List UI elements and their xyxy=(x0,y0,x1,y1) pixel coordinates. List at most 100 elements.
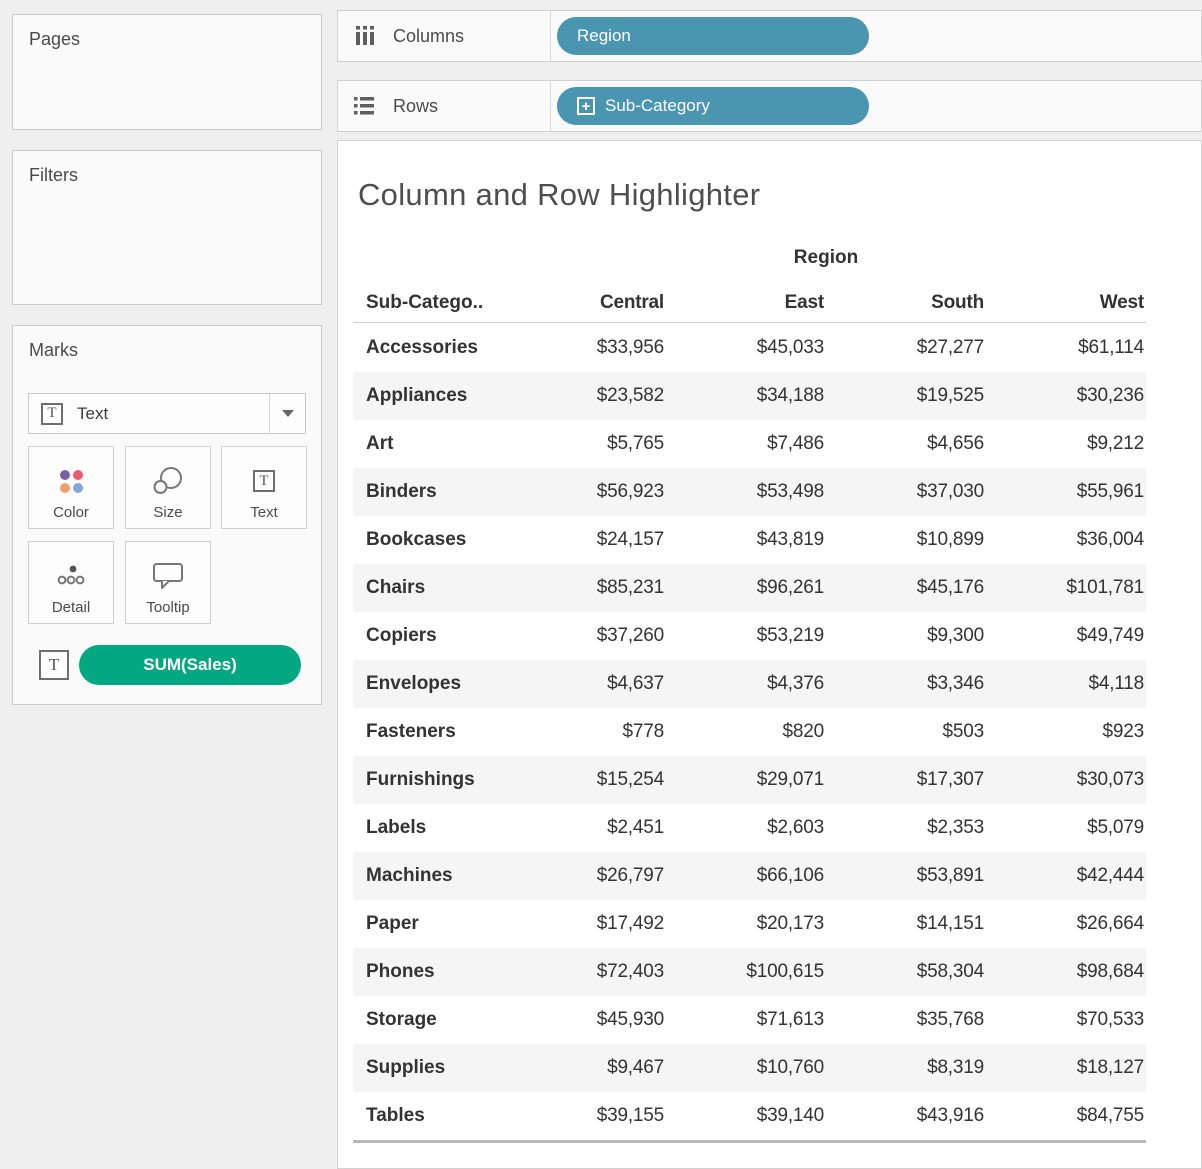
value-cell[interactable]: $36,004 xyxy=(986,529,1146,551)
value-cell[interactable]: $84,755 xyxy=(986,1105,1146,1127)
value-cell[interactable]: $18,127 xyxy=(986,1057,1146,1079)
value-cell[interactable]: $2,353 xyxy=(826,817,986,839)
value-cell[interactable]: $39,140 xyxy=(666,1105,826,1127)
row-label[interactable]: Tables xyxy=(353,1105,506,1127)
value-cell[interactable]: $72,403 xyxy=(506,961,666,983)
value-cell[interactable]: $26,797 xyxy=(506,865,666,887)
value-cell[interactable]: $100,615 xyxy=(666,961,826,983)
value-cell[interactable]: $70,533 xyxy=(986,1009,1146,1031)
row-label[interactable]: Machines xyxy=(353,865,506,887)
value-cell[interactable]: $17,307 xyxy=(826,769,986,791)
value-cell[interactable]: $20,173 xyxy=(666,913,826,935)
row-label[interactable]: Labels xyxy=(353,817,506,839)
size-button[interactable]: Size xyxy=(125,446,211,529)
row-label[interactable]: Phones xyxy=(353,961,506,983)
tooltip-button[interactable]: Tooltip xyxy=(125,541,211,624)
row-label[interactable]: Furnishings xyxy=(353,769,506,791)
value-cell[interactable]: $4,376 xyxy=(666,673,826,695)
value-cell[interactable]: $9,467 xyxy=(506,1057,666,1079)
text-button[interactable]: T Text xyxy=(221,446,307,529)
detail-button[interactable]: Detail xyxy=(28,541,114,624)
row-label[interactable]: Chairs xyxy=(353,577,506,599)
value-cell[interactable]: $43,819 xyxy=(666,529,826,551)
value-cell[interactable]: $3,346 xyxy=(826,673,986,695)
row-label[interactable]: Accessories xyxy=(353,337,506,359)
value-cell[interactable]: $49,749 xyxy=(986,625,1146,647)
value-cell[interactable]: $45,176 xyxy=(826,577,986,599)
value-cell[interactable]: $101,781 xyxy=(986,577,1146,599)
value-cell[interactable]: $85,231 xyxy=(506,577,666,599)
value-cell[interactable]: $34,188 xyxy=(666,385,826,407)
value-cell[interactable]: $35,768 xyxy=(826,1009,986,1031)
value-cell[interactable]: $4,637 xyxy=(506,673,666,695)
row-dimension-header[interactable]: Sub-Catego.. xyxy=(353,292,506,314)
value-cell[interactable]: $53,498 xyxy=(666,481,826,503)
value-cell[interactable]: $10,760 xyxy=(666,1057,826,1079)
row-label[interactable]: Supplies xyxy=(353,1057,506,1079)
color-button[interactable]: Color xyxy=(28,446,114,529)
value-cell[interactable]: $43,916 xyxy=(826,1105,986,1127)
value-cell[interactable]: $8,319 xyxy=(826,1057,986,1079)
value-cell[interactable]: $45,930 xyxy=(506,1009,666,1031)
value-cell[interactable]: $61,114 xyxy=(986,337,1146,359)
value-cell[interactable]: $2,603 xyxy=(666,817,826,839)
value-cell[interactable]: $820 xyxy=(666,721,826,743)
value-cell[interactable]: $39,155 xyxy=(506,1105,666,1127)
region-spanning-header[interactable]: Region xyxy=(506,247,1146,275)
row-label[interactable]: Copiers xyxy=(353,625,506,647)
value-cell[interactable]: $923 xyxy=(986,721,1146,743)
value-cell[interactable]: $5,765 xyxy=(506,433,666,455)
sub-category-pill[interactable]: + Sub-Category xyxy=(557,87,869,125)
value-cell[interactable]: $53,219 xyxy=(666,625,826,647)
value-cell[interactable]: $58,304 xyxy=(826,961,986,983)
value-cell[interactable]: $30,073 xyxy=(986,769,1146,791)
row-label[interactable]: Envelopes xyxy=(353,673,506,695)
row-label[interactable]: Bookcases xyxy=(353,529,506,551)
value-cell[interactable]: $98,684 xyxy=(986,961,1146,983)
value-cell[interactable]: $33,956 xyxy=(506,337,666,359)
value-cell[interactable]: $26,664 xyxy=(986,913,1146,935)
mark-type-dropdown[interactable]: T Text xyxy=(28,393,306,434)
sheet-title[interactable]: Column and Row Highlighter xyxy=(358,177,760,213)
value-cell[interactable]: $42,444 xyxy=(986,865,1146,887)
text-t-icon[interactable]: T xyxy=(39,650,69,680)
value-cell[interactable]: $24,157 xyxy=(506,529,666,551)
value-cell[interactable]: $9,212 xyxy=(986,433,1146,455)
value-cell[interactable]: $15,254 xyxy=(506,769,666,791)
value-cell[interactable]: $778 xyxy=(506,721,666,743)
value-cell[interactable]: $9,300 xyxy=(826,625,986,647)
expand-plus-icon[interactable]: + xyxy=(577,97,595,115)
value-cell[interactable]: $55,961 xyxy=(986,481,1146,503)
row-label[interactable]: Paper xyxy=(353,913,506,935)
value-cell[interactable]: $71,613 xyxy=(666,1009,826,1031)
value-cell[interactable]: $23,582 xyxy=(506,385,666,407)
value-cell[interactable]: $4,656 xyxy=(826,433,986,455)
value-cell[interactable]: $17,492 xyxy=(506,913,666,935)
columns-shelf[interactable]: Columns Region xyxy=(337,10,1202,62)
value-cell[interactable]: $45,033 xyxy=(666,337,826,359)
row-label[interactable]: Art xyxy=(353,433,506,455)
column-header-east[interactable]: East xyxy=(666,292,826,314)
value-cell[interactable]: $4,118 xyxy=(986,673,1146,695)
region-pill[interactable]: Region xyxy=(557,17,869,55)
filters-shelf[interactable]: Filters xyxy=(12,150,322,305)
value-cell[interactable]: $2,451 xyxy=(506,817,666,839)
value-cell[interactable]: $503 xyxy=(826,721,986,743)
mark-type-dropdown-button[interactable] xyxy=(269,394,305,433)
value-cell[interactable]: $27,277 xyxy=(826,337,986,359)
value-cell[interactable]: $14,151 xyxy=(826,913,986,935)
value-cell[interactable]: $96,261 xyxy=(666,577,826,599)
value-cell[interactable]: $37,030 xyxy=(826,481,986,503)
value-cell[interactable]: $53,891 xyxy=(826,865,986,887)
sum-sales-pill[interactable]: SUM(Sales) xyxy=(79,645,301,685)
value-cell[interactable]: $19,525 xyxy=(826,385,986,407)
column-header-west[interactable]: West xyxy=(986,292,1146,314)
column-header-central[interactable]: Central xyxy=(506,292,666,314)
value-cell[interactable]: $7,486 xyxy=(666,433,826,455)
value-cell[interactable]: $56,923 xyxy=(506,481,666,503)
row-label[interactable]: Storage xyxy=(353,1009,506,1031)
column-header-south[interactable]: South xyxy=(826,292,986,314)
row-label[interactable]: Fasteners xyxy=(353,721,506,743)
value-cell[interactable]: $30,236 xyxy=(986,385,1146,407)
value-cell[interactable]: $37,260 xyxy=(506,625,666,647)
